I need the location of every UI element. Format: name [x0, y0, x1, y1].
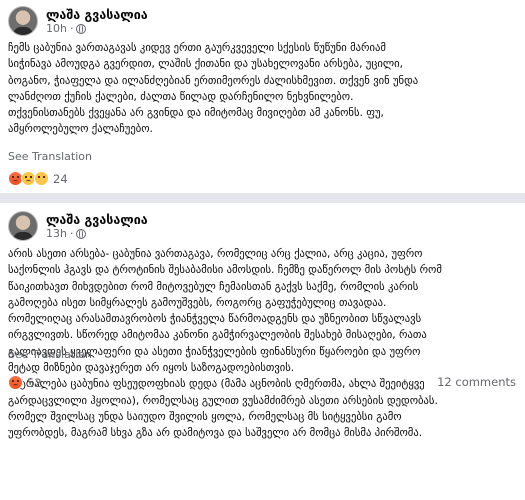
reaction-count[interactable]: 24 [53, 172, 68, 186]
post-meta: 13h · [46, 227, 148, 241]
post-separator [0, 193, 525, 203]
post-header: ლაშა გვასალია 10h · [8, 6, 148, 36]
post-time[interactable]: 10h [46, 22, 67, 36]
post-header: ლაშა გვასალია 13h · [8, 211, 148, 241]
angry-icon [8, 375, 23, 390]
avatar[interactable] [8, 211, 38, 241]
reaction-count[interactable]: 52 [27, 376, 42, 390]
globe-icon [76, 24, 87, 34]
reaction-summary[interactable]: 24 [8, 171, 68, 186]
haha-icon [34, 171, 49, 186]
avatar[interactable] [8, 6, 38, 36]
see-translation-link[interactable]: See Translation [8, 348, 92, 361]
reaction-summary[interactable]: 52 [8, 375, 42, 390]
post-card: ლაშა გვასალია 13h · არის ასეთი არსება- ც… [0, 203, 525, 500]
see-translation-link[interactable]: See Translation [8, 150, 92, 163]
post-text: არის ასეთი არსება- ცაბუნია ვართაგავა, რო… [8, 248, 442, 440]
post-meta: 10h · [46, 22, 148, 36]
author-name[interactable]: ლაშა გვასალია [46, 7, 148, 22]
comments-count-link[interactable]: 12 comments [437, 375, 516, 389]
post-card: ლაშა გვასალია 10h · ჩემს ცაბუნია ვართაგა… [0, 0, 525, 193]
post-text: ჩემს ცაბუნია ვართაგავას კიდევ ერთი გაურკ… [8, 42, 419, 136]
globe-icon [76, 229, 87, 239]
author-name[interactable]: ლაშა გვასალია [46, 212, 148, 227]
post-time[interactable]: 13h [46, 227, 67, 241]
